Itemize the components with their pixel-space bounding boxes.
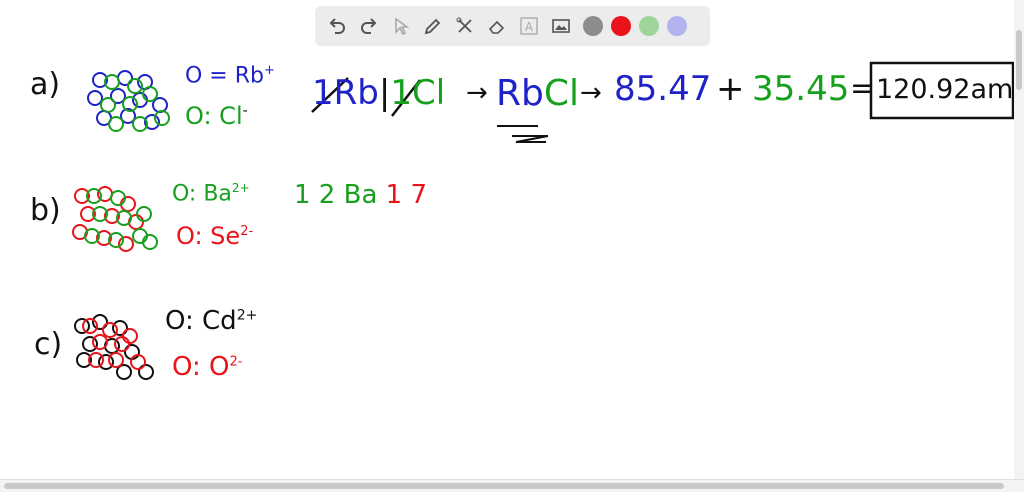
- key-a-green-sup: -: [242, 103, 248, 119]
- lattice-c: [74, 314, 154, 380]
- label-b: b): [30, 193, 61, 228]
- key-c-red-sup: 2-: [229, 354, 243, 370]
- eq-rb-coef: 1: [312, 73, 334, 113]
- label-a: a): [30, 67, 61, 102]
- key-a-green-text: O: Cl: [185, 102, 243, 130]
- eq-cl: Cl: [411, 73, 446, 113]
- mass-rb: 85.47: [614, 69, 712, 109]
- key-c-black: O: Cd2+: [165, 308, 257, 334]
- formula-cl: Cl: [543, 73, 580, 114]
- vertical-scroll-thumb[interactable]: [1016, 30, 1022, 90]
- eq-rb: Rb: [333, 73, 379, 113]
- formula-rbcl: RbCl: [496, 76, 579, 112]
- key-a-blue: O = Rb+: [185, 64, 275, 87]
- key-c-black-sup: 2+: [236, 307, 258, 324]
- key-a-green: O: Cl-: [185, 104, 248, 128]
- key-b-green: O: Ba2+: [172, 182, 250, 205]
- horizontal-scrollbar[interactable]: [0, 479, 1024, 492]
- work-b: 1 2 Ba 1 7: [294, 182, 427, 208]
- equals-sign: =: [850, 71, 876, 106]
- key-b-green-sup: 2+: [231, 181, 250, 195]
- key-b-red-sup: 2-: [240, 224, 254, 239]
- arrow-1: →: [466, 78, 488, 108]
- key-c-red-text: O: O: [172, 352, 230, 382]
- underline-rbcl: [497, 125, 549, 143]
- work-b-red: 1 7: [385, 180, 428, 210]
- arrow-2: →: [580, 78, 602, 108]
- key-a-blue-sup: +: [264, 63, 275, 78]
- key-b-red-text: O: Se: [176, 222, 241, 250]
- eq-a-reactants: 1Rb|1Cl: [312, 73, 446, 113]
- key-b-red: O: Se2-: [176, 224, 253, 248]
- vertical-scrollbar[interactable]: [1014, 0, 1024, 480]
- eq-cl-coef: 1: [390, 73, 412, 113]
- lattice-a: [87, 70, 170, 132]
- mass-cl: 35.45: [752, 69, 850, 109]
- key-c-black-text: O: Cd: [165, 306, 237, 336]
- label-c: c): [34, 327, 63, 362]
- lattice-b: [72, 186, 158, 252]
- key-b-green-text: O: Ba: [172, 181, 232, 207]
- horizontal-scroll-thumb[interactable]: [4, 483, 1004, 489]
- result-value: 120.92amu: [876, 74, 1024, 105]
- key-a-blue-text: O = Rb: [185, 63, 264, 89]
- work-b-green: 1 2 Ba: [294, 180, 378, 210]
- plus-sign: +: [716, 69, 745, 109]
- formula-rb: Rb: [496, 73, 544, 114]
- key-c-red: O: O2-: [172, 354, 242, 380]
